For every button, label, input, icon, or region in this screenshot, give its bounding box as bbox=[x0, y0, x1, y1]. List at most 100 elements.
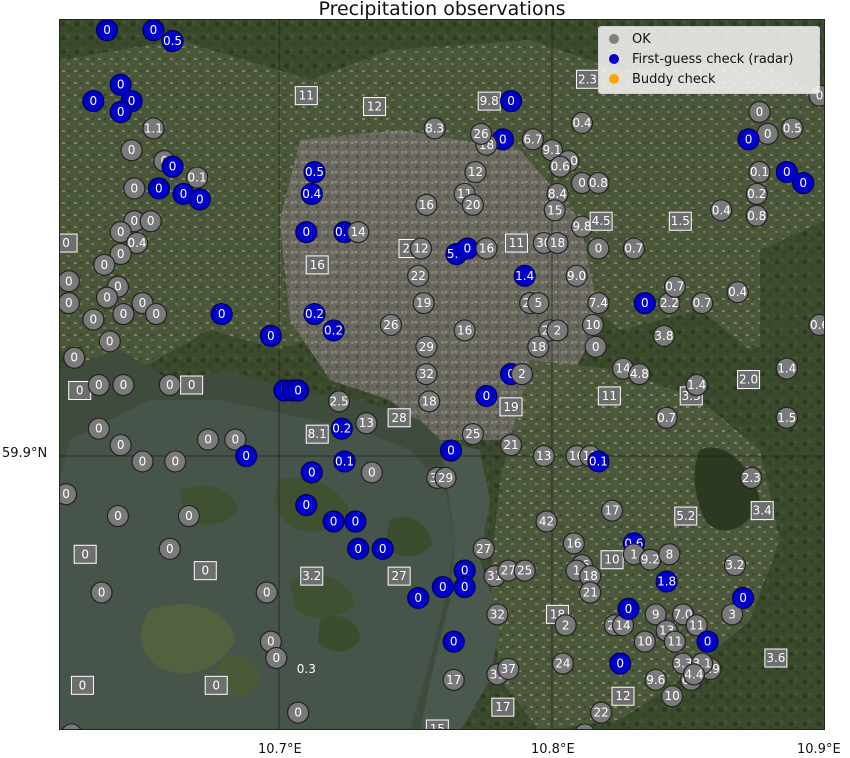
station-marker[interactable]: 10 bbox=[600, 550, 624, 570]
station-marker[interactable]: 21 bbox=[579, 581, 602, 604]
station-marker[interactable]: 0 bbox=[112, 302, 135, 326]
station-marker[interactable]: 4.4 bbox=[682, 663, 706, 686]
station-marker[interactable]: 22 bbox=[407, 264, 430, 287]
station-marker[interactable]: 0 bbox=[188, 188, 211, 211]
station-marker[interactable]: 6.7 bbox=[521, 128, 544, 151]
station-marker[interactable]: 0 bbox=[93, 253, 116, 276]
station-marker[interactable]: 0.8 bbox=[587, 171, 610, 195]
station-marker[interactable]: 0 bbox=[287, 701, 310, 724]
station-marker[interactable]: 0.2 bbox=[322, 319, 345, 342]
station-marker[interactable]: 0 bbox=[792, 171, 815, 195]
station-marker[interactable]: 0 bbox=[617, 597, 640, 620]
map-frame[interactable]: 000.500001.10000.100000000.4000000000000… bbox=[59, 19, 825, 730]
station-marker[interactable]: 18 bbox=[527, 335, 550, 358]
station-marker[interactable]: 0 bbox=[475, 384, 498, 408]
station-marker[interactable]: 0 bbox=[68, 380, 92, 400]
station-marker[interactable]: 0.7 bbox=[622, 237, 646, 260]
station-marker[interactable]: 22 bbox=[590, 701, 613, 724]
station-marker[interactable]: 1.4 bbox=[513, 264, 536, 287]
station-marker[interactable]: 0 bbox=[499, 89, 523, 113]
station-marker[interactable]: 2.5 bbox=[327, 390, 351, 413]
station-marker[interactable]: 16 bbox=[415, 193, 438, 216]
station-marker[interactable]: 0 bbox=[196, 428, 220, 451]
station-marker[interactable]: 0.1 bbox=[333, 450, 356, 473]
station-marker[interactable]: 0 bbox=[87, 373, 110, 397]
station-marker[interactable]: 0 bbox=[347, 537, 370, 560]
station-marker[interactable]: 0 bbox=[112, 373, 135, 397]
station-marker[interactable]: 1.1 bbox=[142, 117, 165, 140]
station-marker[interactable]: 19 bbox=[499, 397, 523, 417]
station-marker[interactable]: 0 bbox=[164, 450, 187, 473]
station-marker[interactable]: 2 bbox=[554, 614, 577, 637]
station-marker[interactable]: 0 bbox=[756, 122, 779, 145]
station-marker[interactable]: 0 bbox=[235, 444, 258, 468]
station-marker[interactable]: 15 bbox=[425, 719, 449, 730]
station-marker[interactable]: 0.5 bbox=[781, 117, 804, 140]
station-marker[interactable]: 21 bbox=[499, 433, 523, 457]
station-marker[interactable]: 0 bbox=[158, 373, 181, 397]
station-marker[interactable]: 26 bbox=[469, 122, 493, 145]
station-marker[interactable]: 0 bbox=[109, 433, 132, 457]
station-marker[interactable]: 0 bbox=[360, 461, 383, 484]
station-marker[interactable]: 0 bbox=[70, 675, 94, 695]
station-marker[interactable]: 0 bbox=[456, 237, 479, 260]
station-marker[interactable]: 0 bbox=[731, 586, 755, 610]
station-marker[interactable]: 42 bbox=[535, 510, 558, 533]
station-marker[interactable]: 0 bbox=[748, 100, 771, 124]
station-marker[interactable]: 0 bbox=[255, 581, 278, 604]
station-marker[interactable]: 1.5 bbox=[775, 406, 798, 429]
station-marker[interactable]: 0 bbox=[109, 100, 132, 124]
station-marker[interactable]: 5 bbox=[527, 292, 550, 315]
station-marker[interactable]: 2.3 bbox=[575, 69, 599, 89]
station-marker[interactable]: 0 bbox=[161, 155, 184, 178]
station-marker[interactable]: 4.5 bbox=[589, 211, 613, 231]
station-marker[interactable]: 0.6 bbox=[549, 155, 572, 178]
station-marker[interactable]: 15 bbox=[543, 199, 566, 222]
station-marker[interactable]: 0 bbox=[439, 439, 463, 462]
station-marker[interactable]: 0 bbox=[147, 177, 170, 200]
station-marker[interactable]: 0 bbox=[87, 417, 110, 440]
station-marker[interactable]: 1.5 bbox=[668, 211, 692, 231]
station-marker[interactable]: 0.7 bbox=[691, 292, 714, 315]
station-marker[interactable]: 0 bbox=[73, 544, 97, 564]
station-marker[interactable]: 8.3 bbox=[423, 117, 446, 140]
station-marker[interactable]: 17 bbox=[600, 499, 624, 522]
station-marker[interactable]: 0 bbox=[322, 510, 345, 533]
station-marker[interactable]: 0.4 bbox=[710, 199, 733, 222]
station-marker[interactable]: 12 bbox=[363, 97, 387, 117]
station-marker[interactable]: 25 bbox=[461, 423, 484, 446]
station-marker[interactable]: 0 bbox=[442, 630, 465, 653]
station-marker[interactable]: 27 bbox=[472, 537, 495, 560]
station-marker[interactable]: 1.4 bbox=[685, 373, 708, 397]
station-marker[interactable]: 12 bbox=[464, 160, 487, 184]
station-marker[interactable]: 0 bbox=[142, 20, 165, 42]
station-marker[interactable]: 0 bbox=[587, 237, 610, 260]
station-marker[interactable]: 0.3 bbox=[297, 662, 316, 676]
station-marker[interactable]: 0 bbox=[180, 375, 204, 395]
station-marker[interactable]: 0 bbox=[295, 221, 318, 244]
station-marker[interactable]: 12 bbox=[409, 237, 433, 260]
station-marker[interactable]: 0 bbox=[145, 302, 168, 326]
station-marker[interactable]: 37 bbox=[497, 657, 520, 681]
station-marker[interactable]: 0 bbox=[696, 630, 719, 653]
station-marker[interactable]: 0 bbox=[120, 139, 143, 162]
station-marker[interactable]: 0.7 bbox=[663, 275, 686, 298]
station-marker[interactable]: 29 bbox=[415, 335, 438, 358]
station-marker[interactable]: 18 bbox=[418, 390, 441, 413]
station-marker[interactable]: 18 bbox=[546, 231, 569, 255]
station-marker[interactable]: 8.1 bbox=[305, 424, 329, 444]
station-marker[interactable]: 0 bbox=[633, 292, 656, 315]
station-marker[interactable]: 2.3 bbox=[740, 466, 763, 489]
station-marker[interactable]: 0.5 bbox=[303, 160, 326, 184]
station-marker[interactable]: 9.8 bbox=[570, 215, 594, 238]
station-marker[interactable]: 32 bbox=[415, 363, 438, 386]
station-marker[interactable]: 0 bbox=[82, 308, 105, 331]
station-marker[interactable]: 9.0 bbox=[565, 264, 588, 287]
station-marker[interactable]: 0 bbox=[131, 450, 154, 473]
station-marker[interactable]: 9.2 bbox=[639, 548, 662, 571]
station-marker[interactable]: 11 bbox=[294, 86, 318, 106]
station-marker[interactable]: 25 bbox=[513, 559, 536, 582]
station-marker[interactable]: 0 bbox=[95, 20, 119, 42]
station-marker[interactable]: 0.4 bbox=[570, 111, 594, 135]
station-marker[interactable]: 0 bbox=[60, 233, 78, 253]
